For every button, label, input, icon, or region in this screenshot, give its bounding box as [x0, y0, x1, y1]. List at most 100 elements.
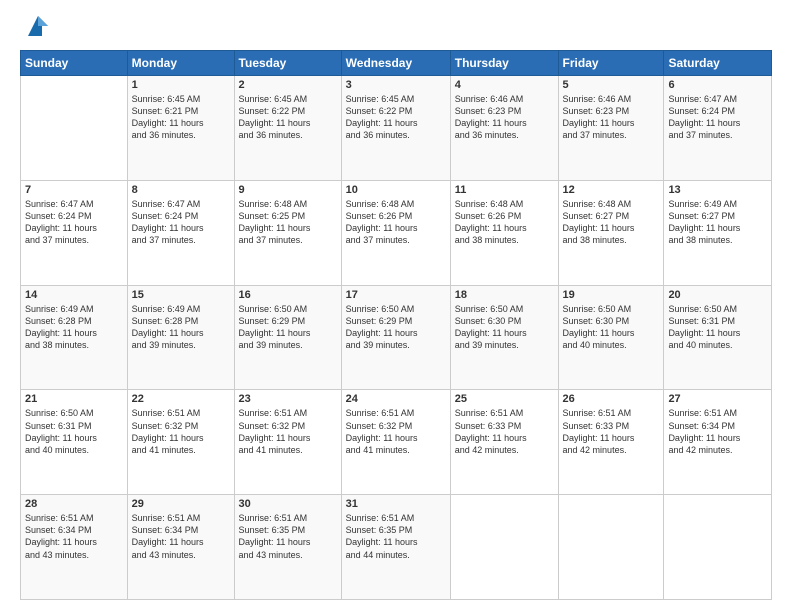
day-number: 10	[346, 184, 446, 196]
day-number: 16	[239, 289, 337, 301]
day-info: Sunrise: 6:47 AM Sunset: 6:24 PM Dayligh…	[25, 198, 123, 247]
calendar-cell: 19 Sunrise: 6:50 AM Sunset: 6:30 PM Dayli…	[558, 285, 664, 390]
day-number: 6	[668, 79, 767, 91]
calendar-cell: 2 Sunrise: 6:45 AM Sunset: 6:22 PM Daylig…	[234, 76, 341, 181]
day-number: 28	[25, 498, 123, 510]
day-number: 19	[563, 289, 660, 301]
day-info: Sunrise: 6:51 AM Sunset: 6:32 PM Dayligh…	[132, 407, 230, 456]
day-number: 7	[25, 184, 123, 196]
calendar-cell: 26 Sunrise: 6:51 AM Sunset: 6:33 PM Dayli…	[558, 390, 664, 495]
day-number: 21	[25, 393, 123, 405]
day-number: 13	[668, 184, 767, 196]
calendar-cell: 10 Sunrise: 6:48 AM Sunset: 6:26 PM Dayli…	[341, 180, 450, 285]
calendar-week-row: 21 Sunrise: 6:50 AM Sunset: 6:31 PM Dayli…	[21, 390, 772, 495]
day-of-week-header: Thursday	[450, 51, 558, 76]
day-number: 11	[455, 184, 554, 196]
calendar-cell: 6 Sunrise: 6:47 AM Sunset: 6:24 PM Daylig…	[664, 76, 772, 181]
calendar-cell	[21, 76, 128, 181]
day-number: 17	[346, 289, 446, 301]
day-info: Sunrise: 6:50 AM Sunset: 6:31 PM Dayligh…	[25, 407, 123, 456]
header	[20, 16, 772, 40]
day-of-week-header: Wednesday	[341, 51, 450, 76]
calendar-cell: 4Sunrise: 6:46 AM Sunset: 6:23 PM Daylig…	[450, 76, 558, 181]
calendar-cell: 17 Sunrise: 6:50 AM Sunset: 6:29 PM Dayli…	[341, 285, 450, 390]
day-info: Sunrise: 6:50 AM Sunset: 6:30 PM Dayligh…	[563, 303, 660, 352]
day-info: Sunrise: 6:45 AM Sunset: 6:22 PM Dayligh…	[239, 93, 337, 142]
calendar-cell: 5 Sunrise: 6:46 AM Sunset: 6:23 PM Daylig…	[558, 76, 664, 181]
day-number: 26	[563, 393, 660, 405]
calendar-cell: 1Sunrise: 6:45 AM Sunset: 6:21 PM Daylig…	[127, 76, 234, 181]
calendar-cell: 15Sunrise: 6:49 AM Sunset: 6:28 PM Dayli…	[127, 285, 234, 390]
calendar-cell	[450, 495, 558, 600]
day-info: Sunrise: 6:51 AM Sunset: 6:35 PM Dayligh…	[346, 512, 446, 561]
calendar-week-row: 28 Sunrise: 6:51 AM Sunset: 6:34 PM Dayli…	[21, 495, 772, 600]
calendar-cell: 13 Sunrise: 6:49 AM Sunset: 6:27 PM Dayli…	[664, 180, 772, 285]
calendar-cell: 23Sunrise: 6:51 AM Sunset: 6:32 PM Dayli…	[234, 390, 341, 495]
day-number: 18	[455, 289, 554, 301]
day-info: Sunrise: 6:49 AM Sunset: 6:27 PM Dayligh…	[668, 198, 767, 247]
calendar-cell: 12 Sunrise: 6:48 AM Sunset: 6:27 PM Dayli…	[558, 180, 664, 285]
day-of-week-header: Monday	[127, 51, 234, 76]
calendar-cell: 27 Sunrise: 6:51 AM Sunset: 6:34 PM Dayli…	[664, 390, 772, 495]
day-info: Sunrise: 6:51 AM Sunset: 6:32 PM Dayligh…	[239, 407, 337, 456]
calendar-cell: 28 Sunrise: 6:51 AM Sunset: 6:34 PM Dayli…	[21, 495, 128, 600]
day-number: 12	[563, 184, 660, 196]
day-number: 22	[132, 393, 230, 405]
calendar-cell: 31 Sunrise: 6:51 AM Sunset: 6:35 PM Dayli…	[341, 495, 450, 600]
day-number: 1	[132, 79, 230, 91]
day-info: Sunrise: 6:48 AM Sunset: 6:27 PM Dayligh…	[563, 198, 660, 247]
day-info: Sunrise: 6:50 AM Sunset: 6:30 PM Dayligh…	[455, 303, 554, 352]
calendar-cell: 3Sunrise: 6:45 AM Sunset: 6:22 PM Daylig…	[341, 76, 450, 181]
calendar-week-row: 14Sunrise: 6:49 AM Sunset: 6:28 PM Dayli…	[21, 285, 772, 390]
calendar-cell: 22 Sunrise: 6:51 AM Sunset: 6:32 PM Dayli…	[127, 390, 234, 495]
calendar-cell	[664, 495, 772, 600]
day-info: Sunrise: 6:47 AM Sunset: 6:24 PM Dayligh…	[668, 93, 767, 142]
day-info: Sunrise: 6:50 AM Sunset: 6:29 PM Dayligh…	[239, 303, 337, 352]
day-number: 3	[346, 79, 446, 91]
calendar-cell: 9Sunrise: 6:48 AM Sunset: 6:25 PM Daylig…	[234, 180, 341, 285]
day-of-week-header: Saturday	[664, 51, 772, 76]
day-info: Sunrise: 6:51 AM Sunset: 6:32 PM Dayligh…	[346, 407, 446, 456]
day-number: 9	[239, 184, 337, 196]
calendar-week-row: 1Sunrise: 6:45 AM Sunset: 6:21 PM Daylig…	[21, 76, 772, 181]
day-number: 5	[563, 79, 660, 91]
day-number: 27	[668, 393, 767, 405]
calendar-table: SundayMondayTuesdayWednesdayThursdayFrid…	[20, 50, 772, 600]
day-info: Sunrise: 6:48 AM Sunset: 6:26 PM Dayligh…	[346, 198, 446, 247]
day-number: 31	[346, 498, 446, 510]
calendar-cell: 21 Sunrise: 6:50 AM Sunset: 6:31 PM Dayli…	[21, 390, 128, 495]
day-info: Sunrise: 6:50 AM Sunset: 6:29 PM Dayligh…	[346, 303, 446, 352]
day-info: Sunrise: 6:51 AM Sunset: 6:33 PM Dayligh…	[563, 407, 660, 456]
calendar-cell: 8 Sunrise: 6:47 AM Sunset: 6:24 PM Daylig…	[127, 180, 234, 285]
page: SundayMondayTuesdayWednesdayThursdayFrid…	[0, 0, 792, 612]
calendar-week-row: 7 Sunrise: 6:47 AM Sunset: 6:24 PM Daylig…	[21, 180, 772, 285]
calendar-cell: 11 Sunrise: 6:48 AM Sunset: 6:26 PM Dayli…	[450, 180, 558, 285]
calendar-cell: 14Sunrise: 6:49 AM Sunset: 6:28 PM Dayli…	[21, 285, 128, 390]
calendar-cell: 25Sunrise: 6:51 AM Sunset: 6:33 PM Dayli…	[450, 390, 558, 495]
day-info: Sunrise: 6:46 AM Sunset: 6:23 PM Dayligh…	[563, 93, 660, 142]
logo-area	[20, 16, 52, 40]
day-number: 2	[239, 79, 337, 91]
day-info: Sunrise: 6:51 AM Sunset: 6:34 PM Dayligh…	[668, 407, 767, 456]
day-number: 20	[668, 289, 767, 301]
day-info: Sunrise: 6:49 AM Sunset: 6:28 PM Dayligh…	[132, 303, 230, 352]
day-info: Sunrise: 6:47 AM Sunset: 6:24 PM Dayligh…	[132, 198, 230, 247]
day-info: Sunrise: 6:49 AM Sunset: 6:28 PM Dayligh…	[25, 303, 123, 352]
day-info: Sunrise: 6:51 AM Sunset: 6:34 PM Dayligh…	[25, 512, 123, 561]
day-info: Sunrise: 6:51 AM Sunset: 6:33 PM Dayligh…	[455, 407, 554, 456]
calendar-cell: 30Sunrise: 6:51 AM Sunset: 6:35 PM Dayli…	[234, 495, 341, 600]
day-of-week-header: Friday	[558, 51, 664, 76]
calendar-cell: 7 Sunrise: 6:47 AM Sunset: 6:24 PM Daylig…	[21, 180, 128, 285]
day-info: Sunrise: 6:51 AM Sunset: 6:34 PM Dayligh…	[132, 512, 230, 561]
logo-icon	[24, 12, 52, 40]
day-number: 30	[239, 498, 337, 510]
day-info: Sunrise: 6:46 AM Sunset: 6:23 PM Dayligh…	[455, 93, 554, 142]
day-number: 24	[346, 393, 446, 405]
day-number: 8	[132, 184, 230, 196]
calendar-cell	[558, 495, 664, 600]
day-info: Sunrise: 6:48 AM Sunset: 6:26 PM Dayligh…	[455, 198, 554, 247]
day-of-week-header: Tuesday	[234, 51, 341, 76]
day-number: 29	[132, 498, 230, 510]
day-info: Sunrise: 6:50 AM Sunset: 6:31 PM Dayligh…	[668, 303, 767, 352]
calendar-header-row: SundayMondayTuesdayWednesdayThursdayFrid…	[21, 51, 772, 76]
